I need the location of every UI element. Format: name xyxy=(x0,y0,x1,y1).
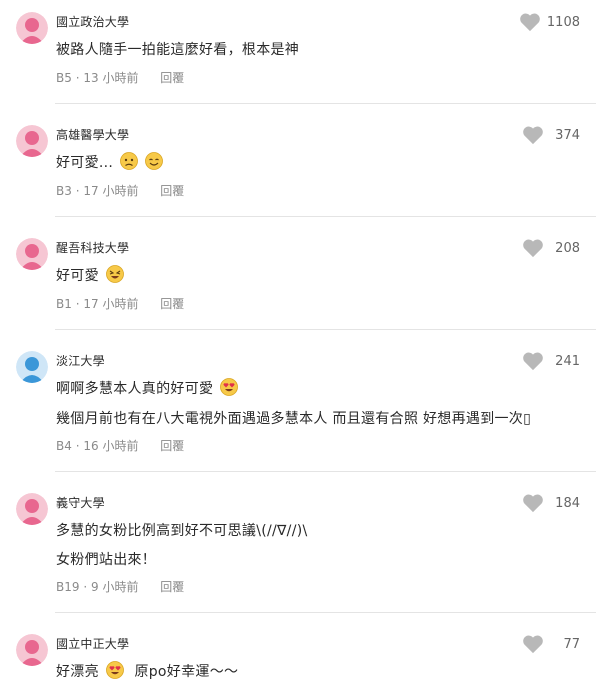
school-name[interactable]: 醒吾科技大學 xyxy=(56,239,129,256)
reply-button[interactable]: 回覆 xyxy=(160,580,184,594)
person-avatar-icon xyxy=(16,493,48,525)
comment-text: 好可愛 xyxy=(56,265,124,285)
heart-eyes-emoji-icon xyxy=(105,661,124,679)
school-name[interactable]: 國立政治大學 xyxy=(56,13,129,30)
smiling-face-emoji-icon xyxy=(144,152,163,170)
floor-number: B4 xyxy=(56,439,72,453)
laughing-face-emoji-icon xyxy=(105,265,124,283)
avatar[interactable] xyxy=(16,12,48,44)
comment-text-line-2: 幾個月前也有在八大電視外面遇過多慧本人 而且還有合照 好想再遇到一次▯ xyxy=(56,411,532,427)
school-name[interactable]: 國立中正大學 xyxy=(56,635,129,652)
school-name[interactable]: 義守大學 xyxy=(56,494,105,511)
comment-text: 好可愛... xyxy=(56,152,163,172)
school-name[interactable]: 高雄醫學大學 xyxy=(56,126,129,143)
comment-text-content: 啊啊多慧本人真的好可愛 xyxy=(56,381,214,397)
avatar[interactable] xyxy=(16,634,48,666)
separator: · xyxy=(75,71,80,85)
comment-text-content: 好可愛 xyxy=(56,268,99,284)
comment-meta: B5 · 13 小時前 回覆 xyxy=(56,69,184,86)
like-button[interactable]: 374 xyxy=(522,125,580,145)
heart-icon xyxy=(523,239,543,258)
heart-icon xyxy=(520,13,540,32)
divider xyxy=(55,216,596,217)
comment-text: 被路人隨手一拍能這麼好看，根本是神 xyxy=(56,42,300,58)
like-button[interactable]: 184 xyxy=(522,493,580,513)
separator: · xyxy=(75,297,80,311)
separator: · xyxy=(83,580,88,594)
comment-meta: B4 · 16 小時前 回覆 xyxy=(56,437,184,454)
timestamp: 9 小時前 xyxy=(91,580,139,594)
heart-icon xyxy=(523,352,543,371)
comment-text: 啊啊多慧本人真的好可愛 xyxy=(56,378,238,398)
divider xyxy=(55,612,596,613)
reply-button[interactable]: 回覆 xyxy=(160,184,184,198)
divider xyxy=(55,329,596,330)
comment-text-content: 好漂亮 xyxy=(56,664,99,680)
heart-icon xyxy=(523,635,543,654)
comment-text-content-2: 原po好幸運～～ xyxy=(134,664,239,680)
heart-icon xyxy=(523,126,543,145)
person-avatar-icon xyxy=(16,12,48,44)
timestamp: 17 小時前 xyxy=(83,297,139,311)
like-count: 241 xyxy=(555,353,580,369)
divider xyxy=(55,103,596,104)
comment-text-content: 好可愛... xyxy=(56,155,114,171)
separator: · xyxy=(75,184,80,198)
comment-text: 好漂亮 原po好幸運～～ xyxy=(56,661,238,681)
like-button[interactable]: 77 xyxy=(522,634,580,654)
like-button[interactable]: 1108 xyxy=(519,12,580,32)
avatar[interactable] xyxy=(16,493,48,525)
timestamp: 16 小時前 xyxy=(83,439,139,453)
school-name[interactable]: 淡江大學 xyxy=(56,352,105,369)
comment-text-line-2: 女粉們站出來！ xyxy=(56,552,157,568)
heart-eyes-emoji-icon xyxy=(220,378,238,396)
sad-face-emoji-icon xyxy=(120,152,138,170)
avatar[interactable] xyxy=(16,351,48,383)
avatar[interactable] xyxy=(16,238,48,270)
heart-icon xyxy=(523,494,543,513)
comment-meta: B19 · 9 小時前 回覆 xyxy=(56,578,184,595)
person-avatar-icon xyxy=(16,125,48,157)
avatar[interactable] xyxy=(16,125,48,157)
floor-number: B3 xyxy=(56,184,72,198)
floor-number: B19 xyxy=(56,580,80,594)
comment-meta: B3 · 17 小時前 回覆 xyxy=(56,182,184,199)
person-avatar-icon xyxy=(16,351,48,383)
like-count: 374 xyxy=(555,127,580,143)
timestamp: 13 小時前 xyxy=(83,71,139,85)
like-count: 1108 xyxy=(546,14,580,30)
like-count: 77 xyxy=(563,636,580,652)
like-button[interactable]: 241 xyxy=(522,351,580,371)
reply-button[interactable]: 回覆 xyxy=(160,297,184,311)
separator: · xyxy=(75,439,80,453)
reply-button[interactable]: 回覆 xyxy=(160,71,184,85)
person-avatar-icon xyxy=(16,634,48,666)
comment-text: 多慧的女粉比例高到好不可思議\(//∇//)\ xyxy=(56,523,308,539)
timestamp: 17 小時前 xyxy=(83,184,139,198)
floor-number: B5 xyxy=(56,71,72,85)
divider xyxy=(55,471,596,472)
like-count: 208 xyxy=(555,240,580,256)
reply-button[interactable]: 回覆 xyxy=(160,439,184,453)
like-button[interactable]: 208 xyxy=(522,238,580,258)
comment-meta: B1 · 17 小時前 回覆 xyxy=(56,295,184,312)
floor-number: B1 xyxy=(56,297,72,311)
person-avatar-icon xyxy=(16,238,48,270)
like-count: 184 xyxy=(555,495,580,511)
